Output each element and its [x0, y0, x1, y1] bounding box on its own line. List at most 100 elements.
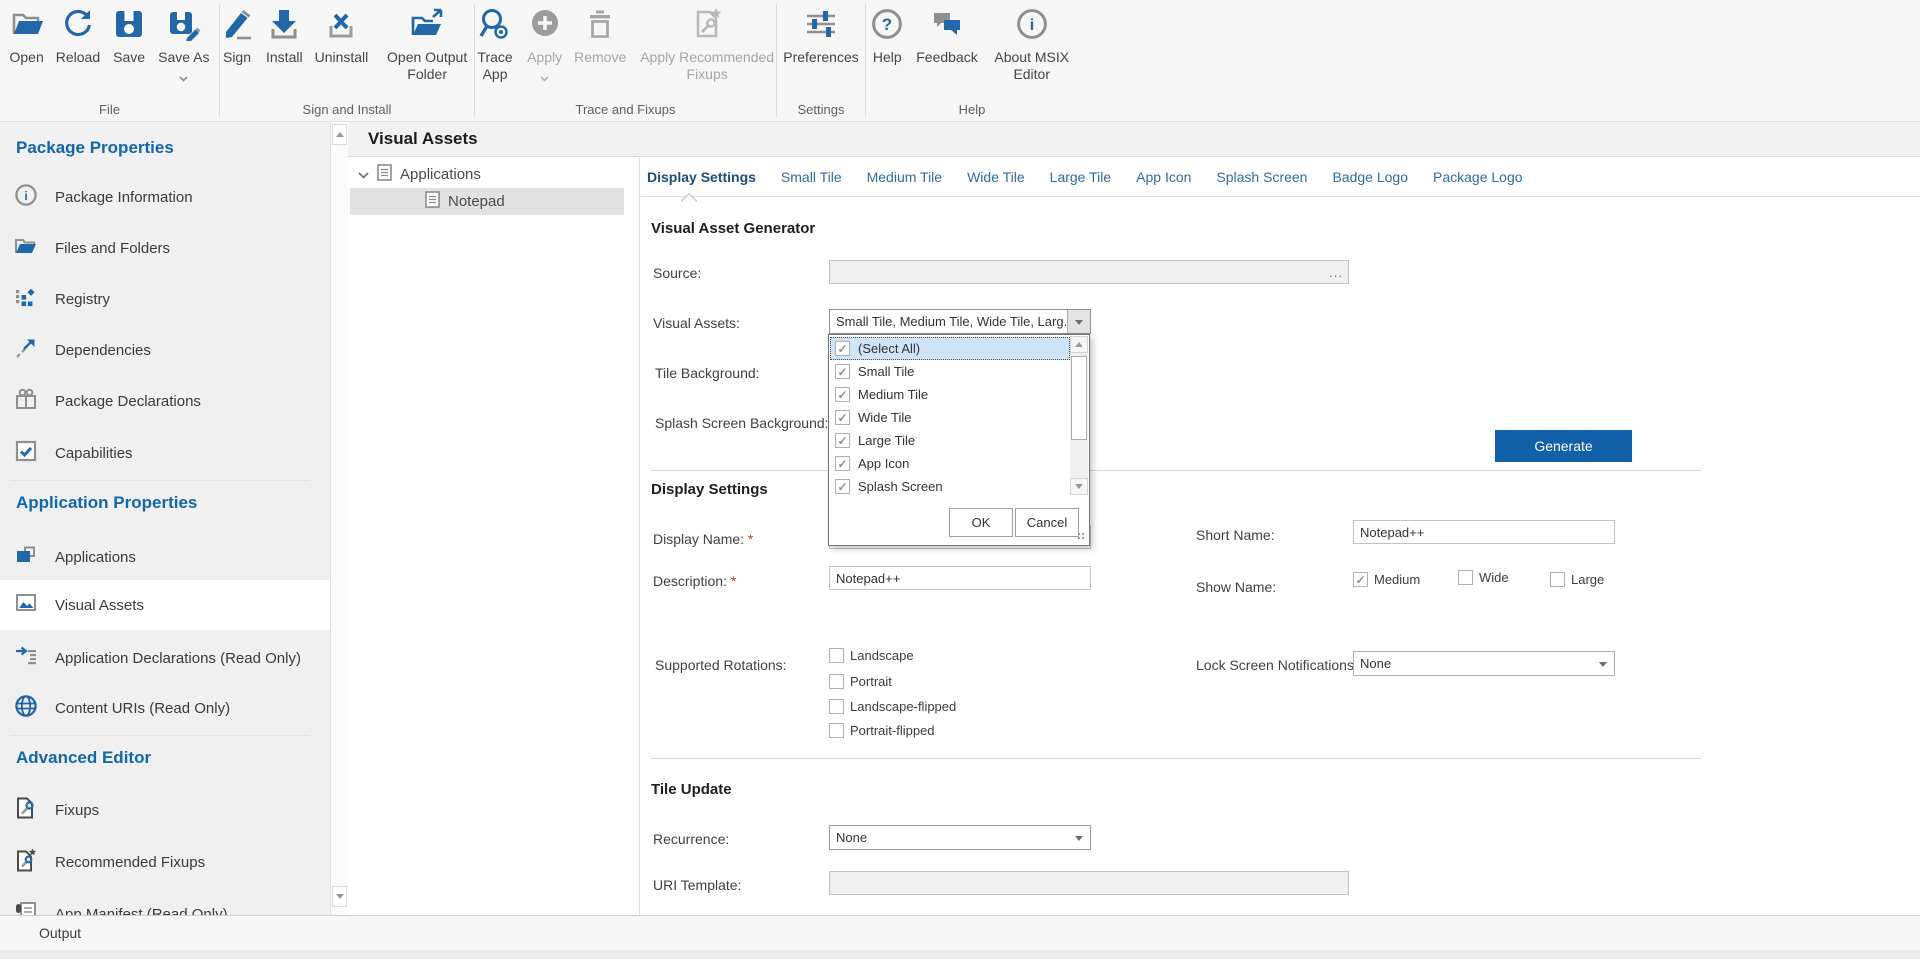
remove-button[interactable]: Remove — [574, 7, 626, 66]
combo-dropdown-button[interactable] — [1067, 310, 1090, 333]
preferences-button[interactable]: Preferences — [783, 7, 858, 66]
ok-button[interactable]: OK — [949, 508, 1013, 537]
scrollbar-thumb[interactable] — [1071, 356, 1087, 440]
sidebar-item-dependencies[interactable]: Dependencies — [0, 328, 330, 372]
sidebar-item-app-manifest[interactable]: App Manifest (Read Only) — [0, 892, 330, 915]
uninstall-button[interactable]: Uninstall — [315, 7, 369, 66]
feedback-button[interactable]: Feedback — [916, 7, 977, 66]
short-name-input[interactable]: Notepad++ — [1353, 520, 1615, 544]
combo-dropdown-button[interactable] — [1068, 826, 1090, 849]
open-output-folder-button[interactable]: Open Output Folder — [380, 7, 474, 83]
browse-button[interactable]: ... — [1329, 265, 1343, 280]
description-input[interactable]: Notepad++ — [829, 566, 1091, 590]
sidebar-item-application-declarations[interactable]: Application Declarations (Read Only) — [0, 636, 330, 680]
rotation-portrait-checkbox[interactable]: Portrait — [829, 674, 892, 689]
sidebar-item-recommended-fixups[interactable]: Recommended Fixups — [0, 840, 330, 884]
tab-splash-screen[interactable]: Splash Screen — [1216, 169, 1307, 185]
dependencies-icon — [14, 336, 38, 364]
sidebar-item-package-declarations[interactable]: Package Declarations — [0, 379, 330, 423]
combo-dropdown-button[interactable] — [1592, 652, 1614, 675]
chevron-expanded-icon[interactable] — [358, 166, 369, 183]
source-input[interactable]: ... — [829, 260, 1349, 284]
trace-app-button[interactable]: Trace App — [475, 7, 515, 83]
checkbox-icon[interactable] — [1550, 572, 1565, 587]
option-small-tile[interactable]: Small Tile — [830, 360, 1070, 383]
tab-package-logo[interactable]: Package Logo — [1433, 169, 1523, 185]
tab-large-tile[interactable]: Large Tile — [1050, 169, 1111, 185]
sidebar-item-package-information[interactable]: i Package Information — [0, 175, 330, 219]
open-button[interactable]: Open — [10, 7, 44, 66]
checkbox-checked-icon[interactable] — [835, 341, 850, 356]
tree-item-label: Applications — [400, 166, 481, 183]
sidebar-item-content-uris[interactable]: Content URIs (Read Only) — [0, 686, 330, 730]
tab-small-tile[interactable]: Small Tile — [781, 169, 842, 185]
apply-recommended-fixups-button[interactable]: Apply Recommended Fixups — [638, 7, 776, 83]
sidebar-item-applications[interactable]: Applications — [0, 535, 330, 579]
tab-badge-logo[interactable]: Badge Logo — [1332, 169, 1408, 185]
checkbox-checked-icon[interactable] — [835, 479, 850, 494]
option-wide-tile[interactable]: Wide Tile — [830, 406, 1070, 429]
rotation-landscape-flipped-checkbox[interactable]: Landscape-flipped — [829, 699, 956, 714]
tree-item-notepad[interactable]: Notepad — [350, 188, 624, 215]
generate-button[interactable]: Generate — [1495, 430, 1632, 462]
checkbox-checked-icon[interactable] — [835, 410, 850, 425]
tab-wide-tile[interactable]: Wide Tile — [967, 169, 1025, 185]
option-splash-screen[interactable]: Splash Screen — [830, 475, 1070, 498]
display-settings-heading: Display Settings — [651, 481, 768, 498]
visual-assets-combobox[interactable]: Small Tile, Medium Tile, Wide Tile, Larg… — [829, 309, 1091, 334]
tab-medium-tile[interactable]: Medium Tile — [867, 169, 942, 185]
rotation-landscape-checkbox[interactable]: Landscape — [829, 648, 914, 663]
sidebar-scrollbar[interactable] — [330, 122, 348, 915]
resize-grip[interactable] — [1077, 532, 1086, 541]
checkbox-checked-icon[interactable] — [835, 456, 850, 471]
checkbox-checked-icon[interactable] — [835, 364, 850, 379]
sidebar-item-fixups[interactable]: Fixups — [0, 788, 330, 832]
checkbox-icon[interactable] — [1458, 570, 1473, 585]
checkbox-checked-icon[interactable] — [1353, 572, 1368, 587]
sidebar-item-visual-assets[interactable]: Visual Assets — [0, 580, 330, 630]
reload-button[interactable]: Reload — [56, 7, 100, 66]
scroll-down-button[interactable] — [332, 886, 347, 907]
option-app-icon[interactable]: App Icon — [830, 452, 1070, 475]
tab-app-icon[interactable]: App Icon — [1136, 169, 1191, 185]
checkbox-icon[interactable] — [829, 674, 844, 689]
show-name-wide-checkbox[interactable]: Wide — [1458, 570, 1509, 585]
uri-template-input[interactable] — [829, 871, 1349, 895]
option-label: Medium Tile — [858, 387, 928, 402]
cancel-button[interactable]: Cancel — [1015, 508, 1079, 537]
scroll-up-button[interactable] — [1070, 336, 1088, 353]
triangle-down-icon — [336, 894, 344, 903]
save-button[interactable]: Save — [112, 7, 146, 66]
option-medium-tile[interactable]: Medium Tile — [830, 383, 1070, 406]
sidebar-item-registry[interactable]: Registry — [0, 277, 330, 321]
dropdown-scrollbar[interactable] — [1070, 336, 1088, 495]
option-large-tile[interactable]: Large Tile — [830, 429, 1070, 452]
output-bar[interactable]: Output — [0, 915, 1920, 950]
lock-screen-notifications-select[interactable]: None — [1353, 651, 1615, 676]
checkbox-checked-icon[interactable] — [835, 433, 850, 448]
scroll-down-button[interactable] — [1070, 478, 1088, 495]
checkbox-icon[interactable] — [829, 699, 844, 714]
checkbox-icon[interactable] — [829, 723, 844, 738]
help-button[interactable]: ? Help — [870, 7, 904, 66]
sidebar-item-label: Package Information — [55, 189, 193, 206]
show-name-large-checkbox[interactable]: Large — [1550, 572, 1604, 587]
recurrence-select[interactable]: None — [829, 825, 1091, 850]
scroll-up-button[interactable] — [332, 124, 347, 145]
checkbox-icon[interactable] — [829, 648, 844, 663]
show-name-medium-checkbox[interactable]: Medium — [1353, 572, 1420, 587]
about-msix-editor-button[interactable]: i About MSIX Editor — [990, 7, 1074, 83]
apply-button[interactable]: Apply — [527, 7, 562, 87]
checkbox-checked-icon[interactable] — [835, 387, 850, 402]
sidebar-item-files-and-folders[interactable]: Files and Folders — [0, 226, 330, 270]
sign-button[interactable]: Sign — [220, 7, 254, 66]
rotation-portrait-flipped-checkbox[interactable]: Portrait-flipped — [829, 723, 935, 738]
install-button[interactable]: Install — [266, 7, 303, 66]
ribbon-group-file-label: File — [0, 102, 219, 117]
chevron-down-icon[interactable] — [179, 69, 188, 87]
option-select-all[interactable]: (Select All) — [830, 337, 1070, 360]
tree-item-applications[interactable]: Applications — [348, 161, 640, 188]
save-as-button[interactable]: Save As — [158, 7, 209, 87]
tab-display-settings[interactable]: Display Settings — [647, 169, 756, 185]
sidebar-item-capabilities[interactable]: Capabilities — [0, 431, 330, 475]
